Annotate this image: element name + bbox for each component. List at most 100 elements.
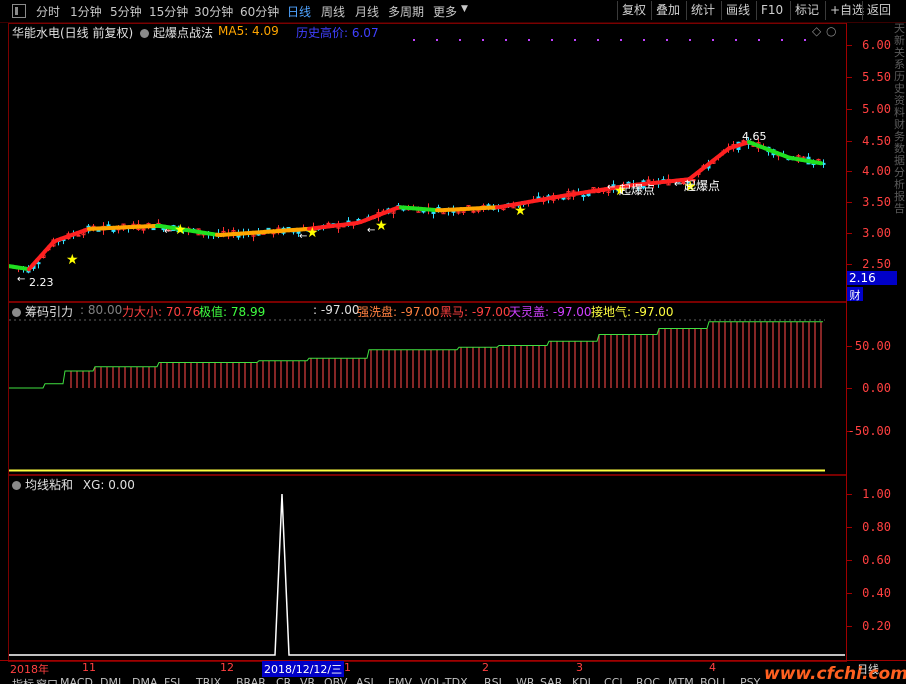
indicator-tab[interactable]: SAR	[540, 676, 562, 684]
diamond-icon[interactable]: ◇	[812, 24, 821, 38]
indicator-tab[interactable]: DMA	[132, 676, 158, 684]
colon-value: : -97.00	[313, 303, 360, 317]
period-multi[interactable]: 多周期	[388, 3, 424, 20]
signal-star-icon: ★	[174, 222, 187, 238]
marker-dot	[666, 39, 668, 41]
candle-body	[326, 222, 331, 225]
indicator-tab[interactable]: MTM	[668, 676, 694, 684]
period-60min[interactable]: 60分钟	[240, 3, 279, 20]
ground-value: 接地气: -97.00	[591, 305, 674, 319]
marker-dot	[643, 39, 645, 41]
chip-tick: -50.00	[847, 424, 891, 438]
overlay-button[interactable]: 叠加	[651, 1, 684, 20]
marker-dot	[551, 39, 553, 41]
indicator-tab[interactable]: RSI	[484, 676, 502, 684]
low-price-label: 2.23	[29, 276, 54, 289]
marker-dot	[781, 39, 783, 41]
xg-signal-line	[9, 493, 845, 656]
stats-button[interactable]: 统计	[686, 1, 719, 20]
indicator-collapse-icon[interactable]	[140, 29, 149, 38]
marker-dot	[735, 39, 737, 41]
mark-button[interactable]: 标记	[790, 1, 823, 20]
marker-dot	[459, 39, 461, 41]
period-weekly[interactable]: 周线	[321, 3, 345, 20]
f10-button[interactable]: F10	[756, 1, 787, 20]
settings-circle-icon[interactable]: ○	[826, 24, 836, 38]
indicator-tab[interactable]: CCI	[604, 676, 623, 684]
indicator-tab[interactable]: WR	[516, 676, 535, 684]
period-daily[interactable]: 日线	[287, 3, 311, 20]
indicator-tab[interactable]: 指标	[12, 676, 34, 684]
marker-dot	[436, 39, 438, 41]
force-size-value: 力大小: 70.76	[122, 305, 201, 319]
marker-dot	[712, 39, 714, 41]
candle-body	[76, 234, 81, 237]
period-1min[interactable]: 1分钟	[70, 3, 102, 20]
date-label: 4	[709, 661, 716, 674]
period-15min[interactable]: 15分钟	[149, 3, 188, 20]
period-more[interactable]: 更多	[433, 3, 457, 20]
marker-dot	[804, 39, 806, 41]
period-monthly[interactable]: 月线	[355, 3, 379, 20]
indicator-tab[interactable]: MACD	[60, 676, 93, 684]
price-tick: 4.00	[862, 164, 891, 178]
chip-tick: 0.00	[862, 381, 891, 395]
indicator-tab[interactable]: CR	[276, 676, 291, 684]
xg-value: XG: 0.00	[82, 478, 135, 492]
chip-collapse-icon[interactable]	[12, 308, 21, 317]
signal-star-icon: ★	[66, 252, 79, 268]
candlestick-chart[interactable]: ★★ ★ ★★★ ★←← ←←← ←2.234.65起爆点 起爆点	[9, 24, 845, 300]
glue-indicator-header: 均线粘和 XG: 0.00	[12, 476, 135, 493]
glue-tick: 0.80	[862, 520, 891, 534]
signal-star-icon: ★	[375, 218, 388, 234]
indicator-tab[interactable]: TRIX	[196, 676, 221, 684]
signal-label: 起爆点	[684, 179, 720, 193]
glue-collapse-icon[interactable]	[12, 481, 21, 490]
indicator-tab[interactable]: 窗口	[36, 676, 58, 684]
chip-gravity-chart[interactable]	[9, 302, 845, 473]
arrow-marker-icon: ←	[674, 179, 682, 190]
back-button[interactable]: 返回	[862, 1, 895, 20]
price-tick: 5.00	[862, 102, 891, 116]
indicator-tab[interactable]: ROC	[636, 676, 660, 684]
signal-label: 起爆点	[619, 183, 655, 197]
indicator-tab[interactable]: ASI	[356, 676, 374, 684]
period-30min[interactable]: 30分钟	[194, 3, 233, 20]
finance-badge[interactable]: 财	[847, 287, 863, 302]
indicator-tab[interactable]: PSY	[740, 676, 760, 684]
indicator-tab[interactable]: DMI	[100, 676, 121, 684]
period-5min[interactable]: 5分钟	[110, 3, 142, 20]
indicator-tab[interactable]: VR	[300, 676, 315, 684]
indicator-tab[interactable]: OBV	[324, 676, 347, 684]
marker-dot	[528, 39, 530, 41]
glue-tick: 0.60	[862, 553, 891, 567]
sky-cover-value: 天灵盖: -97.00	[509, 305, 592, 319]
date-label: 1	[344, 661, 351, 674]
indicator-tab[interactable]: BRAR	[236, 676, 266, 684]
price-tick: 2.50	[862, 257, 891, 271]
side-tab-strip[interactable]: 天新关系历史资料财务数据分析报告	[894, 23, 906, 660]
period-fenshi[interactable]: 分时	[36, 3, 60, 20]
indicator-tab[interactable]: KDJ	[572, 676, 591, 684]
arrow-marker-icon: ←	[367, 225, 375, 236]
panel-toggle-icon[interactable]	[12, 4, 26, 18]
more-chevron-icon[interactable]: ▼	[461, 4, 468, 14]
ma5-value: MA5: 4.09	[218, 24, 279, 38]
ma-glue-chart[interactable]	[9, 475, 845, 659]
candle-body	[581, 195, 586, 198]
extreme-value: 极值: 78.99	[199, 305, 266, 319]
price-tick: 3.00	[862, 226, 891, 240]
marker-dot	[620, 39, 622, 41]
chip-tick: 50.00	[854, 339, 891, 353]
marker-dot	[482, 39, 484, 41]
indicator-tab[interactable]: VOL-TDX	[420, 676, 468, 684]
marker-dot	[597, 39, 599, 41]
price-tick: 5.50	[862, 70, 891, 84]
indicator-tab[interactable]: BOLL	[700, 676, 728, 684]
indicator-tab[interactable]: EMV	[388, 676, 412, 684]
draw-button[interactable]: 画线	[721, 1, 754, 20]
adjust-button[interactable]: 复权	[617, 1, 650, 20]
top-toolbar: 分时 1分钟 5分钟 15分钟 30分钟 60分钟 日线 周线 月线 多周期 更…	[0, 0, 906, 23]
indicator-title: 起爆点战法	[140, 24, 213, 41]
indicator-tab[interactable]: FSL	[164, 676, 183, 684]
